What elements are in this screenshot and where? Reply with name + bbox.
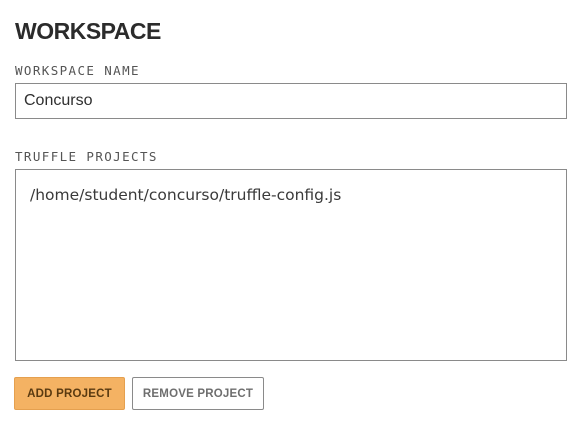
remove-project-button[interactable]: REMOVE PROJECT	[132, 377, 264, 410]
workspace-name-input[interactable]	[15, 83, 567, 119]
workspace-name-label: WORKSPACE NAME	[15, 63, 140, 78]
add-project-button[interactable]: ADD PROJECT	[14, 377, 125, 410]
list-item[interactable]: /home/student/concurso/truffle-config.js	[30, 184, 552, 206]
truffle-projects-label: TRUFFLE PROJECTS	[15, 149, 158, 164]
page-title: WORKSPACE	[15, 18, 161, 44]
truffle-projects-list[interactable]: /home/student/concurso/truffle-config.js	[15, 169, 567, 361]
